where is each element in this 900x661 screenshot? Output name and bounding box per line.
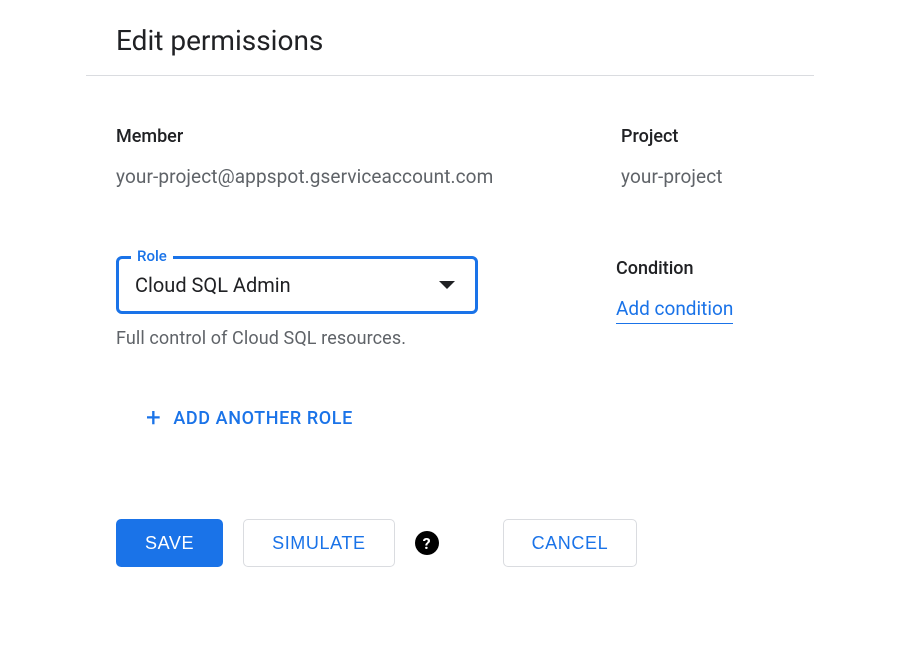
member-value: your-project@appspot.gserviceaccount.com	[116, 165, 621, 188]
member-label: Member	[116, 126, 621, 147]
role-column: Role Cloud SQL Admin Full control of Clo…	[116, 256, 616, 349]
role-select[interactable]: Role Cloud SQL Admin	[116, 256, 478, 314]
project-column: Project your-project	[621, 126, 723, 188]
role-row: Role Cloud SQL Admin Full control of Clo…	[116, 256, 810, 349]
add-another-role-button[interactable]: + ADD ANOTHER ROLE	[146, 405, 353, 431]
role-field-label: Role	[131, 247, 173, 265]
divider	[86, 75, 814, 76]
condition-column: Condition Add condition	[616, 256, 733, 349]
help-icon[interactable]: ?	[415, 531, 439, 555]
simulate-button[interactable]: SIMULATE	[243, 519, 394, 567]
condition-label: Condition	[616, 258, 733, 279]
page-title: Edit permissions	[116, 24, 810, 57]
plus-icon: +	[146, 405, 161, 431]
save-button[interactable]: SAVE	[116, 519, 223, 567]
add-role-label: ADD ANOTHER ROLE	[173, 408, 353, 429]
project-value: your-project	[621, 165, 723, 188]
caret-down-icon	[439, 281, 455, 289]
role-value: Cloud SQL Admin	[135, 273, 291, 297]
role-description: Full control of Cloud SQL resources.	[116, 328, 616, 349]
member-column: Member your-project@appspot.gserviceacco…	[116, 126, 621, 188]
cancel-button[interactable]: CANCEL	[503, 519, 638, 567]
add-condition-link[interactable]: Add condition	[616, 297, 733, 324]
action-buttons: SAVE SIMULATE ? CANCEL	[116, 519, 810, 567]
info-row: Member your-project@appspot.gserviceacco…	[116, 126, 810, 188]
project-label: Project	[621, 126, 723, 147]
